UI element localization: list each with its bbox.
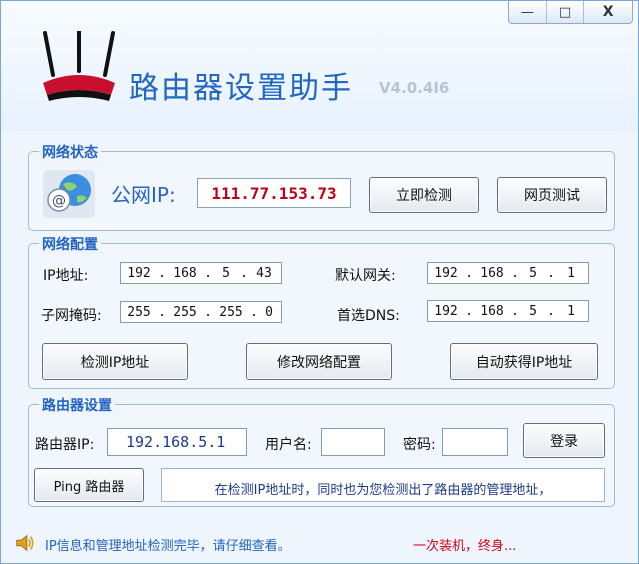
network-config-group: 网络配置 IP地址: 192. 168. 5. 43 默认网关: 192. 16… <box>28 234 615 389</box>
public-ip-label: 公网IP: <box>111 183 176 207</box>
subnet-mask-label: 子网掩码: <box>41 308 102 324</box>
router-icon <box>43 31 115 101</box>
mask-octet-4: 0 <box>265 304 273 320</box>
window-controls: — □ X <box>508 1 633 24</box>
detect-ip-button[interactable]: 检测IP地址 <box>42 343 188 380</box>
password-label: 密码: <box>403 437 436 453</box>
ip-octet-4: 43 <box>256 265 272 281</box>
router-ip-label: 路由器IP: <box>35 437 95 453</box>
network-status-group: 网络状态 @ 公网IP: 111.77.153.73 立即检测 网页测试 <box>28 142 615 231</box>
status-slogan: 一次装机，终身... <box>413 539 517 554</box>
gateway-octet-4: 1 <box>567 265 575 281</box>
router-settings-title: 路由器设置 <box>39 395 115 415</box>
ip-octet-3: 5 <box>222 265 230 281</box>
web-test-button[interactable]: 网页测试 <box>497 177 607 213</box>
subnet-mask-input[interactable]: 255. 255. 255. 0 <box>120 301 282 323</box>
check-now-button[interactable]: 立即检测 <box>369 177 479 213</box>
gateway-input[interactable]: 192. 168. 5. 1 <box>427 262 589 284</box>
mask-octet-2: 255 <box>173 304 197 320</box>
mask-octet-3: 255 <box>219 304 243 320</box>
maximize-button[interactable]: □ <box>545 1 584 23</box>
gateway-octet-1: 192 <box>434 265 458 281</box>
dns-octet-4: 1 <box>567 303 575 319</box>
auto-obtain-ip-button[interactable]: 自动获得IP地址 <box>450 343 598 380</box>
app-window: — □ X 路由器设置助手 V4.0.4I6 网络状态 @ 公网IP: 111.… <box>0 0 639 564</box>
close-button[interactable]: X <box>583 1 632 23</box>
router-settings-group: 路由器设置 路由器IP: 192.168.5.1 用户名: 密码: 登录 Pin… <box>28 395 615 507</box>
app-title: 路由器设置助手 <box>129 71 353 106</box>
network-config-title: 网络配置 <box>39 234 101 254</box>
router-message-text: 在检测IP地址时，同时也为您检测出了路由器的管理地址， <box>214 483 552 498</box>
login-button[interactable]: 登录 <box>523 423 605 458</box>
svg-text:@: @ <box>52 193 66 209</box>
network-status-title: 网络状态 <box>39 142 101 162</box>
dns-input[interactable]: 192. 168. 5. 1 <box>427 300 589 322</box>
dns-label: 首选DNS: <box>337 308 400 324</box>
ip-address-input[interactable]: 192. 168. 5. 43 <box>120 262 282 284</box>
mask-octet-1: 255 <box>127 304 151 320</box>
minimize-button[interactable]: — <box>509 1 546 23</box>
router-ip-field[interactable]: 192.168.5.1 <box>107 428 247 456</box>
gateway-octet-2: 168 <box>480 265 504 281</box>
gateway-octet-3: 5 <box>529 265 537 281</box>
speaker-icon <box>16 534 34 552</box>
app-version: V4.0.4I6 <box>379 79 450 97</box>
router-message-box: 在检测IP地址时，同时也为您检测出了路由器的管理地址， <box>161 468 605 502</box>
status-message: IP信息和管理地址检测完毕，请仔细查看。 <box>45 539 291 554</box>
dns-octet-1: 192 <box>434 303 458 319</box>
status-bar: IP信息和管理地址检测完毕，请仔细查看。 一次装机，终身... <box>1 524 638 564</box>
ip-octet-2: 168 <box>173 265 197 281</box>
dns-octet-2: 168 <box>480 303 504 319</box>
ip-address-label: IP地址: <box>43 268 89 284</box>
ping-router-button[interactable]: Ping 路由器 <box>34 468 144 502</box>
ip-octet-1: 192 <box>127 265 151 281</box>
username-input[interactable] <box>321 428 385 456</box>
password-input[interactable] <box>442 428 508 456</box>
public-ip-value: 111.77.153.73 <box>197 178 351 208</box>
globe-email-icon: @ <box>43 170 95 218</box>
modify-network-config-button[interactable]: 修改网络配置 <box>246 343 392 380</box>
gateway-label: 默认网关: <box>335 268 396 284</box>
username-label: 用户名: <box>265 437 312 453</box>
dns-octet-3: 5 <box>529 303 537 319</box>
